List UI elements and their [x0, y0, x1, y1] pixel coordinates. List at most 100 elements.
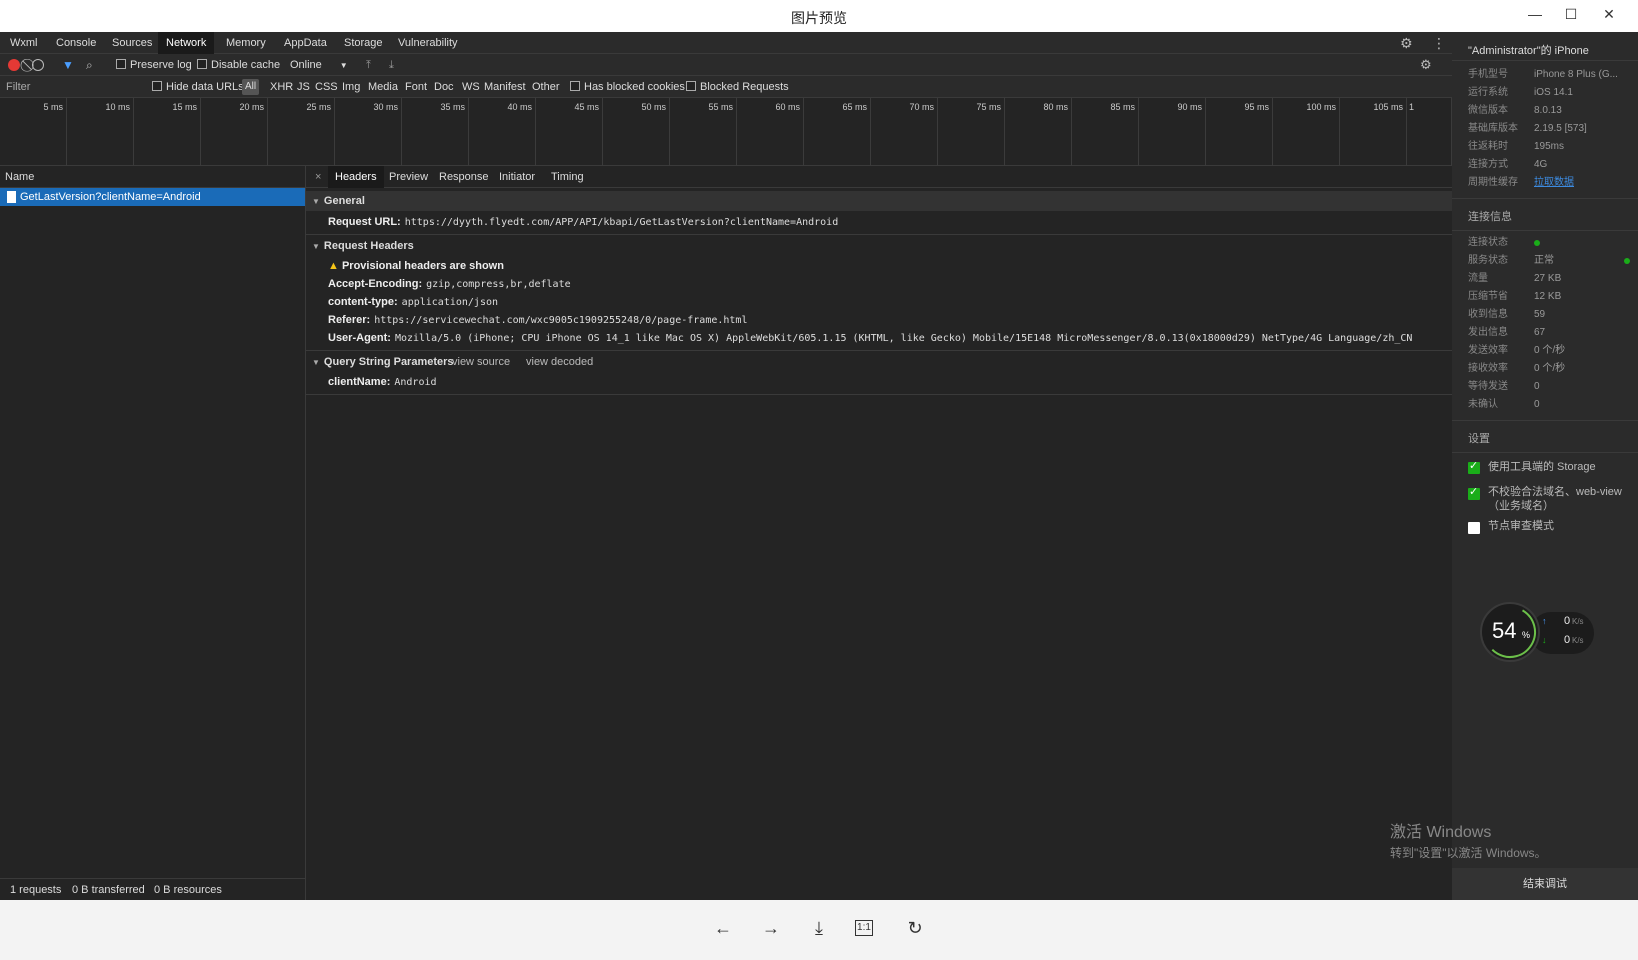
query-param-row: clientName: Android: [328, 373, 437, 391]
network-settings-icon[interactable]: ⚙: [1420, 54, 1432, 76]
conn-row: 未确认 0: [1468, 396, 1628, 414]
info-key: 手机型号: [1468, 69, 1508, 80]
request-headers-section-header[interactable]: ▼ Request Headers: [306, 236, 1452, 256]
header-key: User-Agent:: [328, 332, 391, 344]
device-name: "Administrator"的 iPhone: [1468, 45, 1589, 57]
tab-network[interactable]: Network: [158, 32, 215, 54]
maximize-button[interactable]: ☐: [1556, 4, 1586, 24]
request-row[interactable]: GetLastVersion?clientName=Android: [0, 188, 305, 206]
end-debug-button[interactable]: 结束调试: [1452, 868, 1638, 900]
type-manifest-button[interactable]: Manifest: [484, 76, 526, 98]
download-image-icon[interactable]: ⤓: [807, 916, 831, 940]
domain-check-checkbox[interactable]: [1468, 485, 1480, 500]
view-decoded-link[interactable]: view decoded: [526, 352, 593, 372]
query-string-section-header[interactable]: ▼ Query String Parameters view source vie…: [306, 352, 1452, 372]
node-inspect-checkbox[interactable]: [1468, 522, 1480, 534]
throttle-select[interactable]: Online ▼: [290, 54, 348, 76]
disable-cache-label: Disable cache: [211, 59, 281, 71]
watermark-line1: 激活 Windows: [1390, 824, 1492, 841]
tab-wxml[interactable]: Wxml: [2, 32, 46, 54]
view-source-link[interactable]: view source: [452, 352, 510, 372]
tab-headers[interactable]: Headers: [328, 166, 384, 188]
query-string-title: Query String Parameters: [323, 356, 454, 368]
tab-response[interactable]: Response: [432, 166, 496, 188]
conn-value: 0: [1534, 381, 1540, 392]
next-arrow-icon[interactable]: →: [759, 916, 783, 940]
network-status-bar: 1 requests 0 B transferred 0 B resources: [0, 878, 306, 900]
disable-cache-checkbox[interactable]: Disable cache: [197, 54, 280, 76]
download-icon[interactable]: ⤓: [389, 54, 394, 76]
has-blocked-cookies-checkbox[interactable]: Has blocked cookies: [570, 76, 685, 98]
header-key: content-type:: [328, 296, 398, 308]
previous-arrow-icon[interactable]: ←: [711, 916, 735, 940]
tab-initiator[interactable]: Initiator: [492, 166, 542, 188]
blocked-requests-checkbox[interactable]: Blocked Requests: [686, 76, 789, 98]
close-button[interactable]: ✕: [1594, 4, 1624, 24]
info-row: 往返耗时 195ms: [1468, 138, 1628, 156]
tab-timing[interactable]: Timing: [544, 166, 591, 188]
preserve-log-checkbox[interactable]: Preserve log: [116, 54, 192, 76]
type-img-button[interactable]: Img: [342, 76, 360, 98]
tab-appdata[interactable]: AppData: [276, 32, 335, 54]
search-icon[interactable]: ⌕: [86, 54, 93, 76]
tab-storage[interactable]: Storage: [336, 32, 391, 54]
close-detail-icon[interactable]: ×: [308, 166, 328, 188]
upload-icon[interactable]: ⤒: [366, 54, 371, 76]
tab-preview[interactable]: Preview: [382, 166, 435, 188]
tab-console[interactable]: Console: [48, 32, 104, 54]
minimize-button[interactable]: —: [1520, 4, 1550, 24]
conn-value: 27 KB: [1534, 273, 1562, 284]
tab-memory[interactable]: Memory: [218, 32, 274, 54]
filter-input[interactable]: Filter: [6, 76, 30, 98]
info-row: 连接方式 4G: [1468, 156, 1628, 174]
filter-icon[interactable]: ▼: [62, 54, 74, 76]
clear-circle-icon[interactable]: [32, 59, 44, 71]
collapse-triangle-icon: ▼: [312, 242, 320, 251]
conn-key: 收到信息: [1468, 309, 1508, 320]
type-xhr-button[interactable]: XHR: [270, 76, 293, 98]
type-doc-button[interactable]: Doc: [434, 76, 454, 98]
header-value: Mozilla/5.0 (iPhone; CPU iPhone OS 14_1 …: [394, 333, 1413, 344]
timeline-tick: 75 ms: [938, 98, 1005, 166]
type-all-button[interactable]: All: [242, 79, 260, 95]
conn-value: 0: [1534, 399, 1540, 410]
timeline-tick-label: 45 ms: [574, 102, 599, 112]
rotate-icon[interactable]: ↻: [903, 916, 927, 940]
conn-value: 59: [1534, 309, 1546, 320]
divider: [306, 394, 1452, 395]
request-detail-pane: × Headers Preview Response Initiator Tim…: [306, 166, 1452, 900]
conn-row: 服务状态 正常: [1468, 252, 1630, 270]
header-row: Accept-Encoding: gzip,compress,br,deflate: [328, 275, 571, 293]
type-css-button[interactable]: CSS: [315, 76, 338, 98]
type-ws-button[interactable]: WS: [462, 76, 480, 98]
fetch-data-link[interactable]: 拉取数据: [1534, 174, 1574, 192]
tab-vulnerability[interactable]: Vulnerability: [390, 32, 466, 54]
info-row: 基础库版本 2.19.5 [573]: [1468, 120, 1628, 138]
hide-data-urls-checkbox[interactable]: Hide data URLs: [152, 76, 244, 98]
more-menu-icon[interactable]: ⋮: [1432, 32, 1446, 54]
timeline-tick-label: 85 ms: [1110, 102, 1135, 112]
record-icon[interactable]: [8, 59, 20, 71]
type-media-button[interactable]: Media: [368, 76, 398, 98]
divider: [306, 234, 1452, 235]
general-section-header[interactable]: ▼ General: [306, 191, 1452, 211]
timeline-tick-label: 65 ms: [842, 102, 867, 112]
type-js-button[interactable]: JS: [297, 76, 310, 98]
timeline-overview[interactable]: 5 ms 10 ms 15 ms 20 ms 25 ms 30 ms 35 ms 40 ms 4…: [0, 98, 1452, 166]
timeline-tick-label: 35 ms: [440, 102, 465, 112]
settings-section-title: 设置: [1468, 433, 1490, 445]
name-column-header[interactable]: Name: [0, 166, 306, 188]
timeline-tick-label: 95 ms: [1244, 102, 1269, 112]
download-arrow-icon: ↓: [1542, 635, 1547, 645]
type-other-button[interactable]: Other: [532, 76, 560, 98]
tab-sources[interactable]: Sources: [104, 32, 160, 54]
actual-size-icon[interactable]: 1:1: [855, 920, 873, 936]
conn-row: 连接状态: [1468, 234, 1628, 252]
storage-checkbox[interactable]: [1468, 459, 1480, 474]
conn-row: 等待发送 0: [1468, 378, 1628, 396]
settings-gear-icon[interactable]: ⚙: [1400, 32, 1413, 54]
type-font-button[interactable]: Font: [405, 76, 427, 98]
conn-key: 连接状态: [1468, 237, 1508, 248]
request-headers-title: Request Headers: [323, 240, 414, 252]
warning-icon: ▲: [328, 260, 339, 272]
